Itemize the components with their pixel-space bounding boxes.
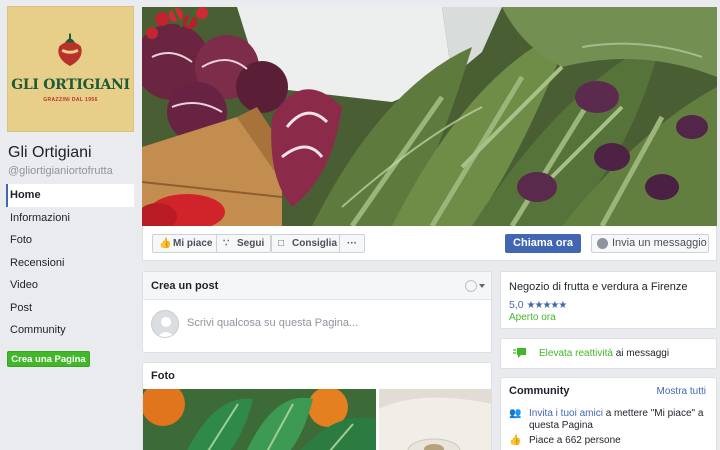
sidebar-item-community[interactable]: Community xyxy=(6,319,134,342)
share-icon: □ xyxy=(278,238,285,249)
page-info-card: Negozio di frutta e verdura a Firenze 5,… xyxy=(500,271,717,329)
page-action-bar: 👍 Mi piace ∵ Segui □ Consiglia ··· Chiam… xyxy=(142,226,717,261)
page-side-nav: Home Informazioni Foto Recensioni Video … xyxy=(6,184,134,342)
open-status: Aperto ora xyxy=(509,312,556,323)
invite-friends-icon: 👥 xyxy=(509,408,522,419)
sidebar-item-home[interactable]: Home xyxy=(6,184,134,207)
page-profile-picture[interactable]: GLI ORTIGIANI GRAZZINI DAL 1956 xyxy=(7,6,134,132)
cover-photo[interactable] xyxy=(142,7,717,226)
create-post-header: Crea un post xyxy=(143,272,491,300)
send-message-button[interactable]: Invia un messaggio xyxy=(591,234,709,253)
post-as-avatar-icon[interactable] xyxy=(465,280,477,292)
create-post-title: Crea un post xyxy=(151,280,219,292)
see-all-link[interactable]: Mostra tutti xyxy=(657,386,706,397)
rating-stars-icon: ★★★★★ xyxy=(526,300,568,311)
logo-brand-text: GLI ORTIGIANI xyxy=(11,77,130,93)
cover-photo-image xyxy=(142,7,717,226)
sidebar-item-video[interactable]: Video xyxy=(6,274,134,297)
logo-tagline: GRAZZINI DAL 1956 xyxy=(43,97,98,103)
chevron-down-icon[interactable] xyxy=(479,284,485,288)
photo-artichokes-image xyxy=(143,389,376,450)
invite-friends-link[interactable]: Invita i tuoi amici xyxy=(529,408,603,419)
responsiveness-text: Elevata reattività ai messaggi xyxy=(539,348,669,359)
photo-thumbnail[interactable] xyxy=(143,389,376,450)
call-now-button[interactable]: Chiama ora xyxy=(505,234,581,253)
default-avatar-icon xyxy=(157,317,175,337)
create-post-card: Crea un post Scrivi qualcosa su questa P… xyxy=(142,271,492,353)
community-title: Community xyxy=(509,385,570,397)
user-avatar xyxy=(151,310,179,338)
page-category[interactable]: Negozio di frutta e verdura a Firenze xyxy=(509,281,708,293)
follow-page-button[interactable]: ∵ Segui xyxy=(216,234,272,253)
like-button-label: Mi piace xyxy=(173,238,213,249)
follow-button-label: Segui xyxy=(237,238,265,249)
community-card: Community Mostra tutti 👥 Invita i tuoi a… xyxy=(500,377,717,450)
more-icon: ··· xyxy=(347,238,357,249)
responsiveness-suffix: ai messaggi xyxy=(612,348,670,359)
responsiveness-card: Elevata reattività ai messaggi xyxy=(500,338,717,369)
photos-header[interactable]: Foto xyxy=(143,363,491,389)
photos-card: Foto xyxy=(142,362,492,450)
brand-logo xyxy=(58,33,82,67)
messenger-icon xyxy=(597,238,608,249)
rating-row[interactable]: 5,0 ★★★★★ xyxy=(509,299,708,311)
rss-icon: ∵ xyxy=(223,238,230,249)
create-page-button[interactable]: Crea una Pagina xyxy=(7,351,90,367)
sidebar-item-foto[interactable]: Foto xyxy=(6,229,134,252)
rating-value: 5,0 xyxy=(509,299,524,311)
photo-thumbnail[interactable] xyxy=(379,389,491,450)
page-username[interactable]: @gliortigianiortofrutta xyxy=(8,165,113,177)
sidebar-item-post[interactable]: Post xyxy=(6,297,134,320)
send-message-label: Invia un messaggio xyxy=(612,237,707,249)
photo-plate-image xyxy=(379,389,491,450)
create-post-body: Scrivi qualcosa su questa Pagina... xyxy=(143,300,491,352)
sidebar-item-informazioni[interactable]: Informazioni xyxy=(6,207,134,230)
invite-friends-row: 👥 Invita i tuoi amici a mettere "Mi piac… xyxy=(509,408,709,432)
recommend-button-label: Consiglia xyxy=(292,238,338,249)
recommend-page-button[interactable]: □ Consiglia xyxy=(271,234,345,253)
thumbs-up-icon: 👍 xyxy=(159,238,172,249)
more-options-button[interactable]: ··· xyxy=(339,234,365,253)
post-composer-input[interactable]: Scrivi qualcosa su questa Pagina... xyxy=(187,317,358,329)
fast-response-icon xyxy=(513,348,526,358)
sidebar-item-recensioni[interactable]: Recensioni xyxy=(6,252,134,275)
like-page-button[interactable]: 👍 Mi piace xyxy=(152,234,220,253)
page-likes-count: Piace a 662 persone xyxy=(529,435,621,446)
page-likes-row: 👍 Piace a 662 persone xyxy=(509,435,621,446)
page-title[interactable]: Gli Ortigiani xyxy=(8,144,92,162)
thumbs-up-icon: 👍 xyxy=(509,435,522,446)
responsiveness-highlight: Elevata reattività xyxy=(539,348,613,359)
